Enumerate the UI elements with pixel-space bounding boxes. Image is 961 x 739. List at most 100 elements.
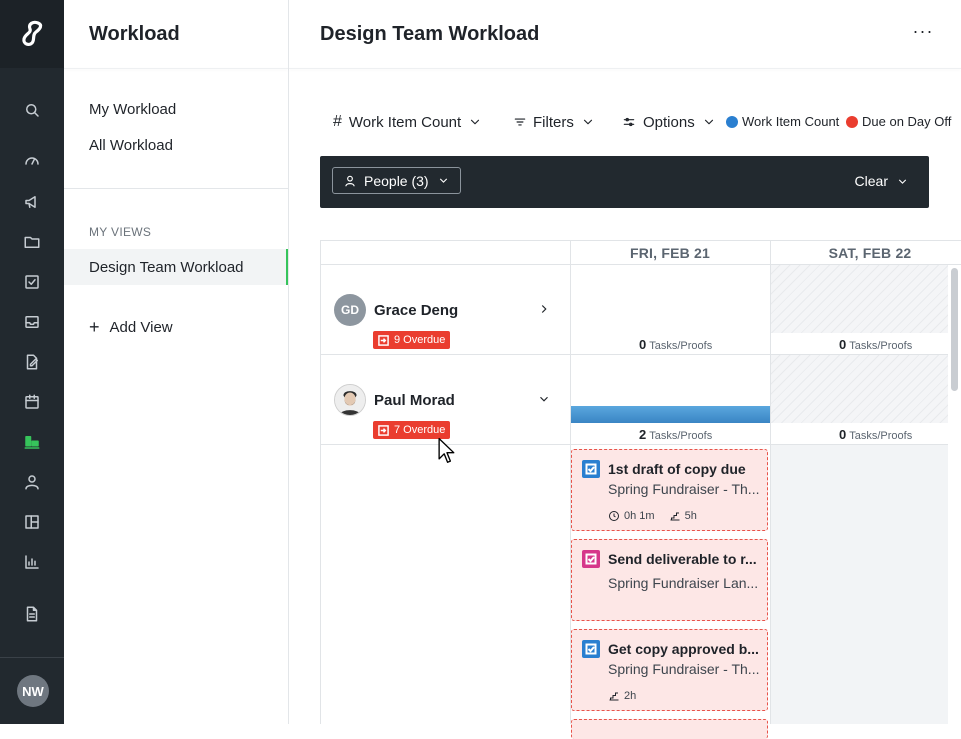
options-dropdown[interactable]: Options xyxy=(622,108,716,136)
task-card-partial[interactable] xyxy=(571,719,768,739)
task-count-fri: 0 Tasks/Proofs xyxy=(639,337,712,352)
nav-my-workload[interactable]: My Workload xyxy=(89,101,176,118)
add-view-label: Add View xyxy=(109,318,173,336)
avatar: GD xyxy=(334,294,366,326)
sliders-icon xyxy=(623,117,635,127)
task-icon xyxy=(582,460,600,478)
filters-label: Filters xyxy=(533,113,574,131)
estimate-value: 5h xyxy=(684,510,697,522)
layout-icon[interactable] xyxy=(20,510,44,534)
view-item-label: Design Team Workload xyxy=(89,259,244,276)
task-card[interactable]: 1st draft of copy due Spring Fundraiser … xyxy=(571,449,768,531)
estimate: 2h xyxy=(608,690,636,702)
count-value: 0 xyxy=(839,337,847,352)
task-title: 1st draft of copy due xyxy=(608,461,746,477)
clear-filters-button[interactable]: Clear xyxy=(855,173,909,189)
sidebar-title: Workload xyxy=(89,23,180,45)
clear-label: Clear xyxy=(854,173,888,189)
sidebar-view-design-team[interactable]: Design Team Workload xyxy=(64,249,288,285)
grid-top-line xyxy=(320,240,961,241)
task-icon[interactable] xyxy=(20,270,44,294)
options-label: Options xyxy=(643,113,695,131)
count-value: 0 xyxy=(839,427,847,442)
task-count-fri: 2 Tasks/Proofs xyxy=(639,427,712,442)
person-name-paul[interactable]: Paul Morad xyxy=(374,392,455,409)
metric-dropdown[interactable]: # Work Item Count xyxy=(333,108,482,136)
clock-icon xyxy=(609,511,619,521)
reports-icon[interactable] xyxy=(20,550,44,574)
app-logo[interactable] xyxy=(0,0,64,68)
plus-icon: + xyxy=(89,317,100,337)
megaphone-icon[interactable] xyxy=(20,190,44,214)
count-unit: Tasks/Proofs xyxy=(649,430,713,442)
chevron-right-icon[interactable] xyxy=(537,302,553,318)
inbox-icon[interactable] xyxy=(20,310,44,334)
day-off-cell xyxy=(771,355,948,423)
legend-dot-blue xyxy=(726,115,738,128)
sidebar-header-divider xyxy=(64,68,288,69)
person-photo-icon xyxy=(335,385,365,415)
grid-left-line xyxy=(320,240,321,724)
sidebar-divider xyxy=(64,188,288,189)
day-off-cell xyxy=(771,265,948,333)
overdue-icon xyxy=(378,334,389,346)
task-meta: 2h xyxy=(608,690,650,702)
filter-icon xyxy=(514,118,526,126)
estimate: 5h xyxy=(669,510,697,522)
task-count-sat: 0 Tasks/Proofs xyxy=(839,427,912,442)
dashboard-icon[interactable] xyxy=(20,149,44,173)
user-avatar[interactable]: NW xyxy=(17,675,49,707)
nav-all-workload[interactable]: All Workload xyxy=(89,137,173,154)
metric-label: Work Item Count xyxy=(348,113,462,131)
grid-scrollbar[interactable] xyxy=(951,268,958,391)
steps-icon xyxy=(609,692,619,701)
people-filter-chip[interactable]: People (3) xyxy=(332,167,461,194)
avatar xyxy=(334,384,366,416)
task-meta: 0h 1m 5h xyxy=(608,510,711,522)
chevron-down-icon xyxy=(583,119,592,125)
rail-divider xyxy=(0,657,64,658)
person-name-grace[interactable]: Grace Deng xyxy=(374,302,458,319)
overdue-label: 9 Overdue xyxy=(394,334,446,346)
day-header-fri: FRI, FEB 21 xyxy=(630,245,710,261)
legend-label: Due on Day Off xyxy=(862,114,952,129)
my-views-label: MY VIEWS xyxy=(89,225,152,239)
chevron-down-icon xyxy=(898,178,907,184)
workload-sidebar: Workload My Workload All Workload MY VIE… xyxy=(64,0,289,724)
task-count-sat: 0 Tasks/Proofs xyxy=(839,337,912,352)
chevron-down-icon xyxy=(439,178,447,183)
workload-icon[interactable] xyxy=(20,430,44,454)
chevron-down-icon[interactable] xyxy=(537,392,553,408)
search-icon[interactable] xyxy=(20,98,44,122)
overdue-label: 7 Overdue xyxy=(394,424,446,436)
task-title: Send deliverable to r... xyxy=(608,551,757,567)
task-project: Spring Fundraiser Lan... xyxy=(608,575,759,591)
overdue-badge[interactable]: 9 Overdue xyxy=(373,331,451,349)
app-rail: NW xyxy=(0,0,64,724)
person-icon[interactable] xyxy=(20,470,44,494)
more-options-button[interactable]: ··· xyxy=(911,22,935,46)
proof-icon[interactable] xyxy=(20,350,44,374)
count-value: 2 xyxy=(639,427,647,442)
filters-dropdown[interactable]: Filters xyxy=(513,108,595,136)
document-icon[interactable] xyxy=(20,602,44,626)
main-panel: Design Team Workload ··· # Work Item Cou… xyxy=(289,0,961,739)
legend-dot-red xyxy=(846,115,858,128)
count-unit: Tasks/Proofs xyxy=(849,340,913,352)
workload-grid: FRI, FEB 21 SAT, FEB 22 GD Grace Deng 9 … xyxy=(320,240,961,739)
task-project: Spring Fundraiser - Th... xyxy=(608,661,760,677)
task-card[interactable]: Send deliverable to r... Spring Fundrais… xyxy=(571,539,768,621)
task-project: Spring Fundraiser - Th... xyxy=(608,481,760,497)
task-card[interactable]: Get copy approved b... Spring Fundraiser… xyxy=(571,629,768,711)
add-view-button[interactable]: + Add View xyxy=(89,318,173,336)
proof-icon xyxy=(582,550,600,568)
task-title: Get copy approved b... xyxy=(608,641,759,657)
page-title: Design Team Workload xyxy=(320,23,540,45)
sat-expanded-cell xyxy=(771,445,948,724)
count-unit: Tasks/Proofs xyxy=(849,430,913,442)
people-chip-label: People (3) xyxy=(364,172,429,189)
folder-icon[interactable] xyxy=(20,230,44,254)
count-unit: Tasks/Proofs xyxy=(649,340,713,352)
overdue-icon xyxy=(378,424,389,436)
calendar-icon[interactable] xyxy=(20,390,44,414)
